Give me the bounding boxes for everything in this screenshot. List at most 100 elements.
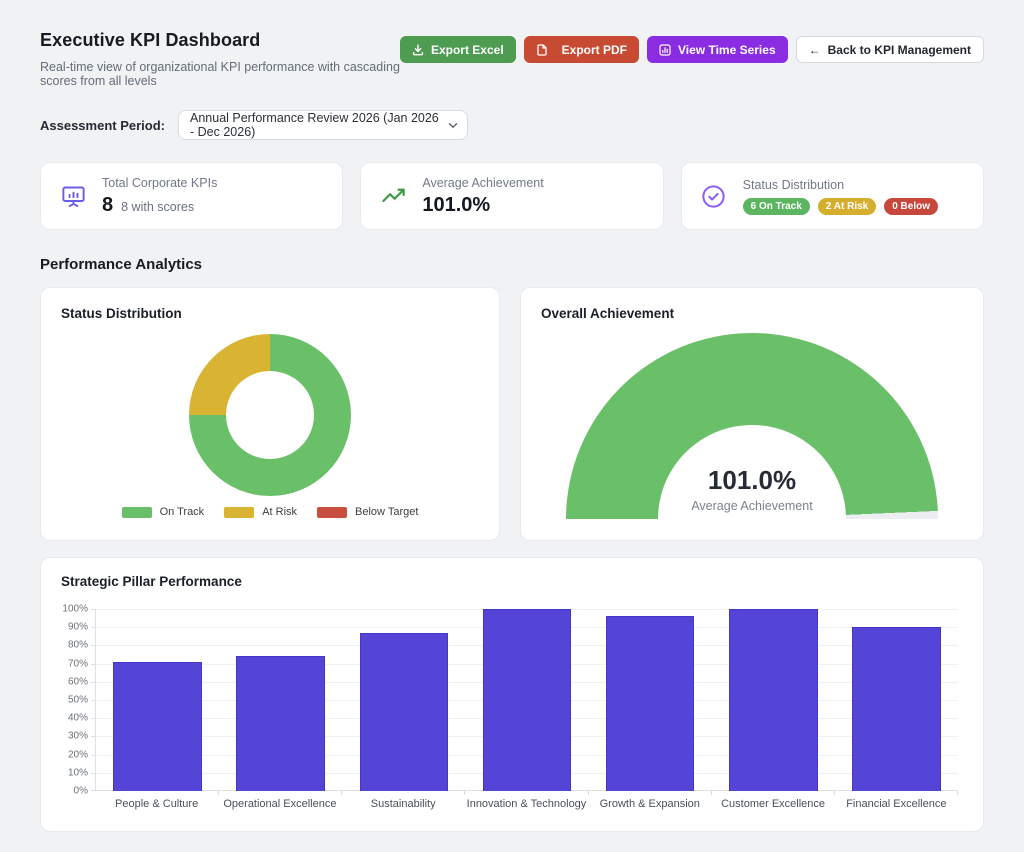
- export-pdf-button[interactable]: Export PDF: [524, 36, 639, 63]
- status-badge: 2 At Risk: [818, 198, 876, 215]
- view-time-series-button[interactable]: View Time Series: [647, 36, 788, 63]
- page-title: Executive KPI Dashboard: [40, 30, 400, 51]
- button-label: View Time Series: [678, 43, 776, 57]
- gauge-value: 101.0%: [708, 465, 796, 496]
- assessment-period-label: Assessment Period:: [40, 118, 165, 133]
- stat-value: 8: [102, 194, 113, 217]
- y-axis-tick-label: 40%: [68, 713, 88, 724]
- y-axis-tick-label: 50%: [68, 695, 88, 706]
- y-axis-tick-label: 30%: [68, 731, 88, 742]
- gauge-center: 101.0% Average Achievement: [658, 425, 846, 519]
- stat-title: Status Distribution: [743, 178, 938, 192]
- x-axis-label: Innovation & Technology: [465, 798, 588, 810]
- stat-title: Average Achievement: [422, 176, 543, 190]
- bar-sustainability: [360, 633, 449, 791]
- donut-legend: On Track At Risk Below Target: [61, 506, 479, 518]
- bar-slot: [835, 609, 958, 791]
- y-axis: 0%10%20%30%40%50%60%70%80%90%100%: [61, 609, 95, 791]
- back-to-kpi-management-button[interactable]: ← Back to KPI Management: [796, 36, 984, 63]
- stat-content: Average Achievement 101.0%: [422, 176, 543, 217]
- stat-content: Total Corporate KPIs 8 8 with scores: [102, 176, 217, 217]
- y-axis-tick-label: 0%: [74, 786, 88, 797]
- legend-item[interactable]: Below Target: [317, 506, 418, 518]
- pillar-performance-card: Strategic Pillar Performance 0% 10% 20% 30%…: [40, 557, 984, 832]
- y-axis-tick-label: 90%: [68, 622, 88, 633]
- gauge-wrap: 101.0% Average Achievement: [541, 333, 963, 519]
- check-circle-icon: [700, 182, 728, 210]
- download-icon: [412, 44, 424, 56]
- bar-financial-excellence: [852, 627, 941, 791]
- plot-area: [95, 609, 958, 791]
- chart-title: Strategic Pillar Performance: [61, 574, 958, 589]
- legend-swatch: [317, 507, 347, 518]
- button-label: Back to KPI Management: [828, 43, 971, 57]
- header-text: Executive KPI Dashboard Real-time view o…: [40, 24, 400, 88]
- presentation-chart-icon: [59, 182, 87, 210]
- dashboard-page: Executive KPI Dashboard Real-time view o…: [0, 0, 1024, 852]
- y-axis-tick-label: 70%: [68, 658, 88, 669]
- x-axis-label: Operational Excellence: [218, 798, 341, 810]
- legend-label: Below Target: [355, 506, 418, 518]
- bar-slot: [712, 609, 835, 791]
- stat-title: Total Corporate KPIs: [102, 176, 217, 190]
- bar-people-culture: [113, 662, 202, 791]
- header: Executive KPI Dashboard Real-time view o…: [40, 24, 984, 88]
- stat-content: Status Distribution 6 On Track2 At Risk0…: [743, 178, 938, 215]
- selected-period: Annual Performance Review 2026 (Jan 2026…: [190, 111, 444, 139]
- button-label: Export Excel: [431, 43, 504, 57]
- y-axis-tick-label: 80%: [68, 640, 88, 651]
- left-arrow-icon: ←: [809, 43, 821, 57]
- gauge-sub-label: Average Achievement: [691, 499, 812, 513]
- pillar-bar-chart: 0%10%20%30%40%50%60%70%80%90%100%: [61, 609, 958, 791]
- stat-value: 101.0%: [422, 194, 490, 217]
- y-axis-tick-label: 20%: [68, 749, 88, 760]
- bar-innovation-technology: [483, 609, 572, 791]
- header-actions: Export Excel Export PDF View Time Series…: [400, 36, 984, 63]
- stat-card-total-kpis: Total Corporate KPIs 8 8 with scores: [40, 162, 343, 230]
- bar-slot: [589, 609, 712, 791]
- legend-label: At Risk: [262, 506, 297, 518]
- x-axis-label: Customer Excellence: [711, 798, 834, 810]
- legend-item[interactable]: At Risk: [224, 506, 297, 518]
- legend-label: On Track: [160, 506, 205, 518]
- chart-title: Overall Achievement: [541, 306, 963, 321]
- bars: [96, 609, 958, 791]
- overall-achievement-card: Overall Achievement 101.0% Average Achie…: [520, 287, 984, 541]
- bar-growth-expansion: [606, 616, 695, 791]
- file-icon: [536, 44, 548, 56]
- page-subtitle: Real-time view of organizational KPI per…: [40, 60, 400, 88]
- y-axis-tick-label: 60%: [68, 676, 88, 687]
- status-donut-chart: [189, 334, 351, 496]
- assessment-period-select[interactable]: Annual Performance Review 2026 (Jan 2026…: [178, 110, 468, 140]
- status-badges: 6 On Track2 At Risk0 Below: [743, 198, 938, 215]
- legend-item[interactable]: On Track: [122, 506, 205, 518]
- stat-sub: 8 with scores: [121, 200, 194, 214]
- x-axis-label: Sustainability: [342, 798, 465, 810]
- bar-slot: [219, 609, 342, 791]
- performance-analytics-heading: Performance Analytics: [40, 256, 984, 273]
- x-axis-label: Financial Excellence: [835, 798, 958, 810]
- x-axis-label: People & Culture: [95, 798, 218, 810]
- x-axis-label: Growth & Expansion: [588, 798, 711, 810]
- y-axis-tick-label: 100%: [62, 604, 88, 615]
- bar-slot: [465, 609, 588, 791]
- export-excel-button[interactable]: Export Excel: [400, 36, 516, 63]
- filter-row: Assessment Period: Annual Performance Re…: [40, 110, 984, 140]
- x-axis-labels: People & CultureOperational ExcellenceSu…: [95, 798, 958, 810]
- status-badge: 0 Below: [884, 198, 938, 215]
- stats-row: Total Corporate KPIs 8 8 with scores Ave…: [40, 162, 984, 230]
- charts-row: Status Distribution On Track At Risk Below…: [40, 287, 984, 541]
- bar-slot: [96, 609, 219, 791]
- chart-title: Status Distribution: [61, 306, 479, 321]
- chevron-down-icon: [444, 118, 458, 132]
- legend-swatch: [122, 507, 152, 518]
- button-label: Export PDF: [562, 43, 627, 57]
- bar-customer-excellence: [729, 609, 818, 791]
- legend-swatch: [224, 507, 254, 518]
- y-axis-tick-label: 10%: [68, 767, 88, 778]
- bar-operational-excellence: [236, 656, 325, 791]
- bar-chart-icon: [659, 44, 671, 56]
- trending-up-icon: [379, 182, 407, 210]
- achievement-gauge-chart: 101.0% Average Achievement: [566, 333, 938, 519]
- stat-card-average-achievement: Average Achievement 101.0%: [360, 162, 663, 230]
